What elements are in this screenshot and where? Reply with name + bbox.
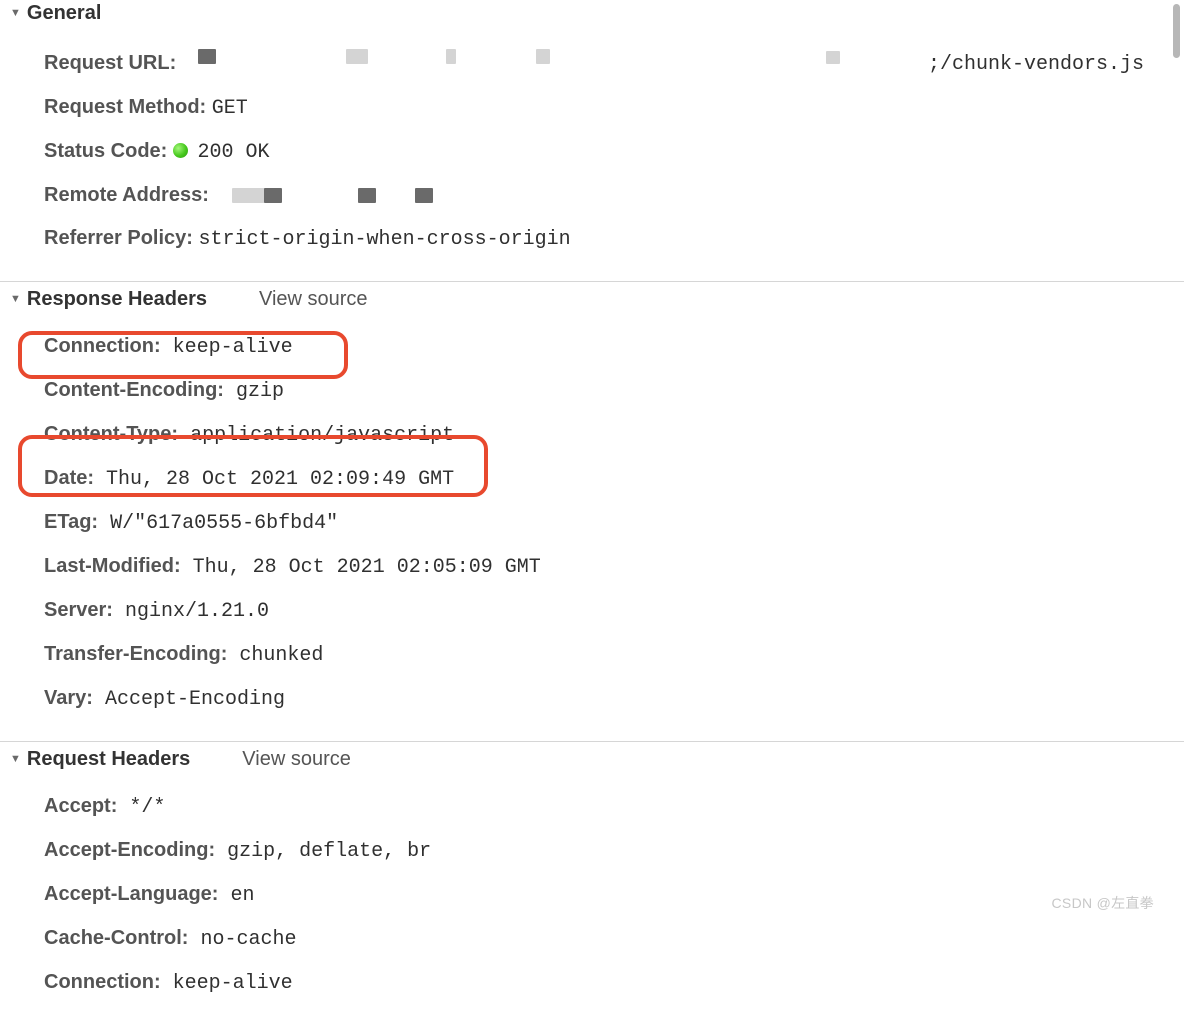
response-header-label: Last-Modified:	[44, 555, 181, 577]
general-section: ▼ General Request URL: ;/chunk-vendors.j…	[0, 0, 1184, 282]
request-method-value: GET	[212, 97, 248, 120]
request-url-tail: ;/chunk-vendors.js	[928, 51, 1144, 78]
request-method-label: Request Method:	[44, 96, 206, 118]
response-header-label: Date:	[44, 467, 94, 489]
response-header-value: Thu, 28 Oct 2021 02:05:09 GMT	[181, 556, 541, 579]
response-header-value: Accept-Encoding	[93, 688, 285, 711]
request-rows: Accept: */*Accept-Encoding: gzip, deflat…	[0, 777, 1184, 1007]
request-header-label: Cache-Control:	[44, 927, 188, 949]
response-rows: Connection: keep-aliveContent-Encoding: …	[0, 317, 1184, 723]
remote-address-row: Remote Address:	[0, 174, 1184, 217]
request-headers-header[interactable]: ▼ Request Headers View source	[0, 746, 1184, 777]
response-header-value: chunked	[227, 644, 323, 667]
response-header-label: ETag:	[44, 511, 98, 533]
request-header-label: Accept-Encoding:	[44, 839, 215, 861]
response-header-row: Date: Thu, 28 Oct 2021 02:09:49 GMT	[0, 457, 1184, 501]
request-header-value: no-cache	[188, 928, 296, 951]
status-dot-icon	[173, 143, 188, 158]
remote-address-censored	[214, 184, 433, 206]
response-header-value: Thu, 28 Oct 2021 02:09:49 GMT	[94, 468, 454, 491]
response-header-row: Server: nginx/1.21.0	[0, 589, 1184, 633]
watermark: CSDN @左直拳	[1052, 893, 1154, 913]
request-header-row: Accept: */*	[0, 785, 1184, 829]
request-header-label: Connection:	[44, 971, 161, 993]
remote-address-label: Remote Address:	[44, 184, 209, 206]
response-header-value: application/javascript	[178, 424, 454, 447]
response-headers-section: ▼ Response Headers View source Connectio…	[0, 282, 1184, 742]
response-headers-title: Response Headers	[27, 288, 207, 311]
response-header-label: Connection:	[44, 335, 161, 357]
view-source-link[interactable]: View source	[242, 748, 351, 771]
response-header-row: Vary: Accept-Encoding	[0, 677, 1184, 721]
view-source-link[interactable]: View source	[259, 288, 368, 311]
response-headers-header[interactable]: ▼ Response Headers View source	[0, 286, 1184, 317]
response-header-label: Content-Encoding:	[44, 379, 224, 401]
response-header-row: Connection: keep-alive	[0, 325, 1184, 369]
request-method-row: Request Method: GET	[0, 86, 1184, 130]
request-url-row: Request URL: ;/chunk-vendors.js	[0, 39, 1184, 86]
general-title: General	[27, 2, 101, 25]
disclosure-triangle-icon: ▼	[10, 7, 21, 19]
headers-panel: ▼ General Request URL: ;/chunk-vendors.j…	[0, 0, 1184, 1024]
request-header-value: gzip, deflate, br	[215, 840, 431, 863]
request-header-row: Connection: keep-alive	[0, 961, 1184, 1005]
response-header-value: nginx/1.21.0	[113, 600, 269, 623]
response-header-row: Content-Encoding: gzip	[0, 369, 1184, 413]
request-header-label: Accept-Language:	[44, 883, 218, 905]
response-header-row: Transfer-Encoding: chunked	[0, 633, 1184, 677]
request-header-label: Accept:	[44, 795, 117, 817]
response-header-row: Last-Modified: Thu, 28 Oct 2021 02:05:09…	[0, 545, 1184, 589]
disclosure-triangle-icon: ▼	[10, 293, 21, 305]
request-header-row: Accept-Language: en	[0, 873, 1184, 917]
response-header-value: gzip	[224, 380, 284, 403]
response-header-value: keep-alive	[161, 336, 293, 359]
referrer-policy-value: strict-origin-when-cross-origin	[199, 228, 571, 251]
response-header-label: Transfer-Encoding:	[44, 643, 227, 665]
request-header-row: Cache-Control: no-cache	[0, 917, 1184, 961]
request-url-censored	[186, 47, 918, 69]
request-header-value: keep-alive	[161, 972, 293, 995]
status-code-row: Status Code: 200 OK	[0, 130, 1184, 174]
request-header-value: en	[218, 884, 254, 907]
disclosure-triangle-icon: ▼	[10, 753, 21, 765]
response-header-label: Vary:	[44, 687, 93, 709]
general-rows: Request URL: ;/chunk-vendors.js Request …	[0, 31, 1184, 263]
response-header-label: Content-Type:	[44, 423, 178, 445]
response-header-value: W/"617a0555-6bfbd4"	[98, 512, 338, 535]
status-code-label: Status Code:	[44, 140, 167, 162]
request-header-value: */*	[117, 796, 165, 819]
response-header-row: Content-Type: application/javascript	[0, 413, 1184, 457]
scrollbar-thumb[interactable]	[1173, 4, 1180, 58]
scrollbar-track[interactable]	[1172, 0, 1182, 919]
status-code-value: 200 OK	[197, 141, 269, 164]
response-header-label: Server:	[44, 599, 113, 621]
referrer-policy-label: Referrer Policy:	[44, 227, 193, 249]
request-headers-section: ▼ Request Headers View source Accept: */…	[0, 742, 1184, 1024]
response-header-row: ETag: W/"617a0555-6bfbd4"	[0, 501, 1184, 545]
referrer-policy-row: Referrer Policy: strict-origin-when-cros…	[0, 217, 1184, 261]
general-header[interactable]: ▼ General	[0, 0, 1184, 31]
request-header-row: Accept-Encoding: gzip, deflate, br	[0, 829, 1184, 873]
request-url-label: Request URL:	[44, 50, 176, 77]
request-headers-title: Request Headers	[27, 748, 190, 771]
